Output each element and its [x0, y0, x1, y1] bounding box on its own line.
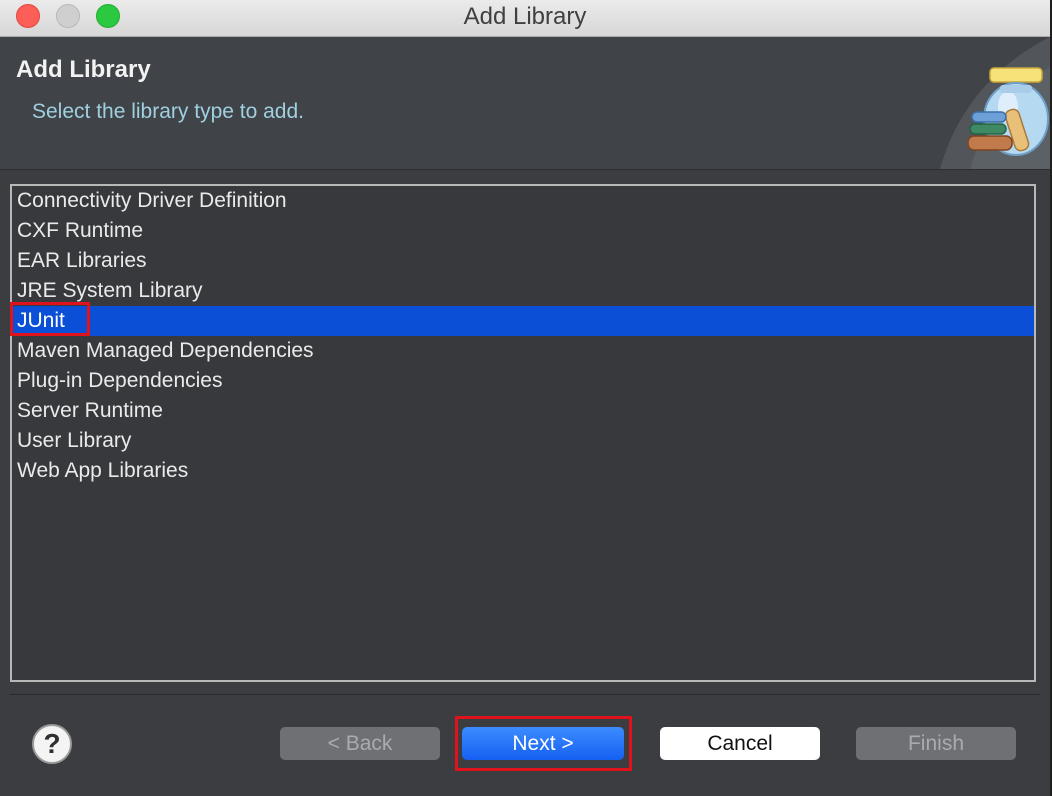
list-item[interactable]: User Library: [12, 426, 1034, 456]
divider: [10, 694, 1040, 695]
library-jar-icon: [940, 37, 1050, 169]
wizard-header: Add Library Select the library type to a…: [0, 37, 1050, 170]
add-library-dialog: Add Library Add Library Select the libra…: [0, 0, 1052, 796]
library-type-list[interactable]: Connectivity Driver Definition CXF Runti…: [10, 184, 1036, 682]
window-title: Add Library: [463, 3, 587, 30]
list-item[interactable]: Web App Libraries: [12, 456, 1034, 486]
next-button[interactable]: Next >: [462, 727, 624, 760]
finish-button[interactable]: Finish: [856, 727, 1016, 760]
list-item-selected[interactable]: JUnit: [12, 306, 1034, 336]
list-item[interactable]: Connectivity Driver Definition: [12, 186, 1034, 216]
list-item[interactable]: Server Runtime: [12, 396, 1034, 426]
header-title: Add Library: [16, 56, 151, 83]
header-description: Select the library type to add.: [32, 100, 304, 123]
list-item[interactable]: CXF Runtime: [12, 216, 1034, 246]
help-icon[interactable]: ?: [32, 724, 72, 764]
list-item[interactable]: EAR Libraries: [12, 246, 1034, 276]
list-item[interactable]: Maven Managed Dependencies: [12, 336, 1034, 366]
list-item[interactable]: JRE System Library: [12, 276, 1034, 306]
back-button[interactable]: < Back: [280, 727, 440, 760]
list-item[interactable]: Plug-in Dependencies: [12, 366, 1034, 396]
title-bar[interactable]: Add Library: [0, 0, 1050, 37]
cancel-button[interactable]: Cancel: [660, 727, 820, 760]
